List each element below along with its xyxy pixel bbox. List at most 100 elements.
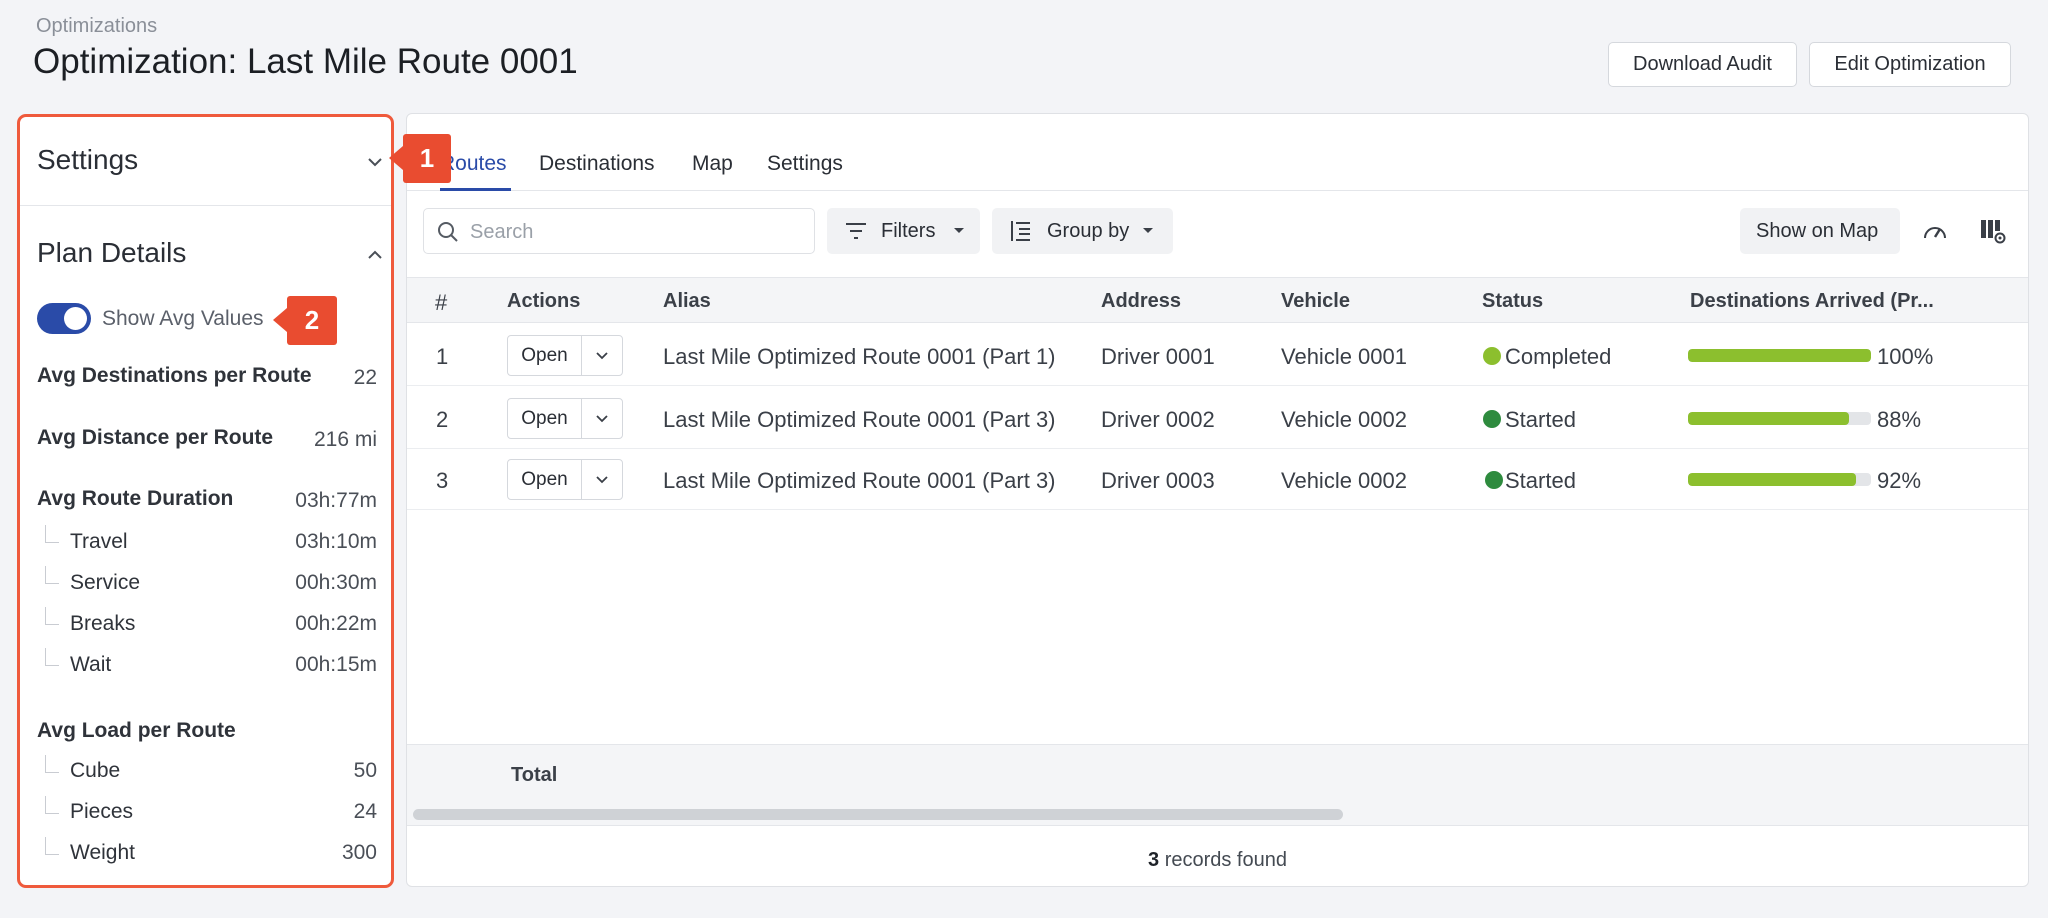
settings-section-header[interactable]: Settings xyxy=(20,117,391,206)
table-row[interactable]: 3 Open Last Mile Optimized Route 0001 (P… xyxy=(407,448,2028,510)
edit-optimization-button[interactable]: Edit Optimization xyxy=(1809,42,2011,87)
search-icon xyxy=(438,222,458,242)
col-num[interactable]: # xyxy=(435,290,447,316)
route-vehicle: Vehicle 0002 xyxy=(1281,468,1407,493)
load-cube-value: 50 xyxy=(353,759,377,782)
open-menu-button[interactable] xyxy=(582,460,622,499)
duration-breaks-label: Breaks xyxy=(70,612,136,635)
caret-down-icon xyxy=(954,228,964,233)
settings-title: Settings xyxy=(37,144,139,175)
avg-distance-value: 216 mi xyxy=(313,428,377,451)
col-alias[interactable]: Alias xyxy=(663,290,711,313)
tree-connector xyxy=(45,525,59,543)
breadcrumb[interactable]: Optimizations xyxy=(36,15,157,38)
group-by-button[interactable]: Group by xyxy=(992,208,1173,254)
horizontal-scrollbar[interactable] xyxy=(407,802,2028,826)
active-tab-indicator xyxy=(440,188,511,191)
chevron-up-icon[interactable] xyxy=(364,244,386,266)
avg-duration-value: 03h:77m xyxy=(295,489,377,512)
load-pieces-value: 24 xyxy=(353,800,377,823)
status-text: Completed xyxy=(1505,344,1612,369)
load-pieces-label: Pieces xyxy=(70,800,134,823)
col-actions[interactable]: Actions xyxy=(507,290,580,313)
open-button[interactable]: Open xyxy=(508,399,582,438)
open-button[interactable]: Open xyxy=(508,460,582,499)
records-text: records found xyxy=(1164,849,1287,871)
search-box[interactable] xyxy=(423,208,815,254)
speedometer-icon[interactable] xyxy=(1922,220,1948,242)
filters-label: Filters xyxy=(881,220,936,242)
tab-settings[interactable]: Settings xyxy=(767,152,843,176)
total-row: Total xyxy=(407,744,2028,802)
open-button[interactable]: Open xyxy=(508,336,582,375)
duration-wait-label: Wait xyxy=(70,653,112,676)
col-vehicle[interactable]: Vehicle xyxy=(1281,290,1350,313)
route-alias: Last Mile Optimized Route 0001 (Part 1) xyxy=(663,344,1056,369)
routes-panel: Routes Destinations Map Settings Filters… xyxy=(406,113,2029,887)
table-row[interactable]: 2 Open Last Mile Optimized Route 0001 (P… xyxy=(407,387,2028,449)
progress-percent: 92% xyxy=(1877,468,1922,493)
avg-destinations-label: Avg Destinations per Route xyxy=(37,364,312,387)
records-count: 3 xyxy=(1148,849,1160,871)
col-address[interactable]: Address xyxy=(1101,290,1181,313)
chevron-down-icon xyxy=(596,352,608,360)
tab-map[interactable]: Map xyxy=(692,152,733,176)
column-settings-icon[interactable] xyxy=(1979,217,2007,245)
tree-connector xyxy=(45,796,59,814)
chevron-down-icon xyxy=(596,415,608,423)
col-status[interactable]: Status xyxy=(1482,290,1543,313)
status-text: Started xyxy=(1505,407,1576,432)
load-weight-label: Weight xyxy=(70,841,135,864)
status-text: Started xyxy=(1505,468,1576,493)
duration-breaks-value: 00h:22m xyxy=(295,612,377,635)
scrollbar-thumb[interactable] xyxy=(413,809,1343,820)
route-address: Driver 0001 xyxy=(1101,344,1215,369)
callout-badge-1: 1 xyxy=(389,134,451,183)
download-audit-button[interactable]: Download Audit xyxy=(1608,42,1797,87)
row-number: 1 xyxy=(436,344,449,369)
tree-connector xyxy=(45,755,59,773)
group-by-icon xyxy=(1011,221,1030,241)
route-address: Driver 0003 xyxy=(1101,468,1215,493)
progress-percent: 88% xyxy=(1877,407,1922,432)
show-on-map-label: Show on Map xyxy=(1756,220,1879,242)
toggle-knob xyxy=(64,307,87,330)
tree-connector xyxy=(45,648,59,666)
page-title: Optimization: Last Mile Route 0001 xyxy=(33,42,578,81)
row-number: 3 xyxy=(436,468,449,493)
status-dot xyxy=(1483,410,1501,428)
filter-icon xyxy=(846,223,866,239)
show-on-map-button[interactable]: Show on Map xyxy=(1740,208,1900,254)
chevron-down-icon xyxy=(596,476,608,484)
progress-track xyxy=(1688,349,1871,362)
load-cube-label: Cube xyxy=(70,759,121,782)
col-destinations-arrived[interactable]: Destinations Arrived (Pr... xyxy=(1690,290,1934,313)
duration-wait-value: 00h:15m xyxy=(295,653,377,676)
show-avg-values-toggle[interactable] xyxy=(37,303,91,334)
tree-connector xyxy=(45,837,59,855)
status-dot xyxy=(1485,471,1503,489)
tab-destinations[interactable]: Destinations xyxy=(539,152,655,176)
tree-connector xyxy=(45,566,59,584)
status-dot xyxy=(1483,347,1501,365)
search-input[interactable] xyxy=(470,219,800,245)
avg-destinations-value: 22 xyxy=(353,366,377,389)
open-menu-button[interactable] xyxy=(582,399,622,438)
plan-settings-panel: Settings Plan Details Show Avg Values Av… xyxy=(17,114,394,888)
load-weight-value: 300 xyxy=(341,841,377,864)
row-number: 2 xyxy=(436,407,449,432)
filters-button[interactable]: Filters xyxy=(827,208,980,254)
avg-distance-label: Avg Distance per Route xyxy=(37,426,274,449)
open-menu-button[interactable] xyxy=(582,336,622,375)
open-split-button: Open xyxy=(507,459,623,500)
route-address: Driver 0002 xyxy=(1101,407,1215,432)
progress-percent: 100% xyxy=(1877,344,1934,369)
callout-badge-2: 2 xyxy=(273,296,337,345)
chevron-down-icon[interactable] xyxy=(364,151,386,173)
table-row[interactable]: 1 Open Last Mile Optimized Route 0001 (P… xyxy=(407,324,2028,386)
tree-connector xyxy=(45,607,59,625)
avg-duration-label: Avg Route Duration xyxy=(37,487,234,510)
route-alias: Last Mile Optimized Route 0001 (Part 3) xyxy=(663,407,1056,432)
route-vehicle: Vehicle 0002 xyxy=(1281,407,1407,432)
progress-fill xyxy=(1688,473,1857,486)
